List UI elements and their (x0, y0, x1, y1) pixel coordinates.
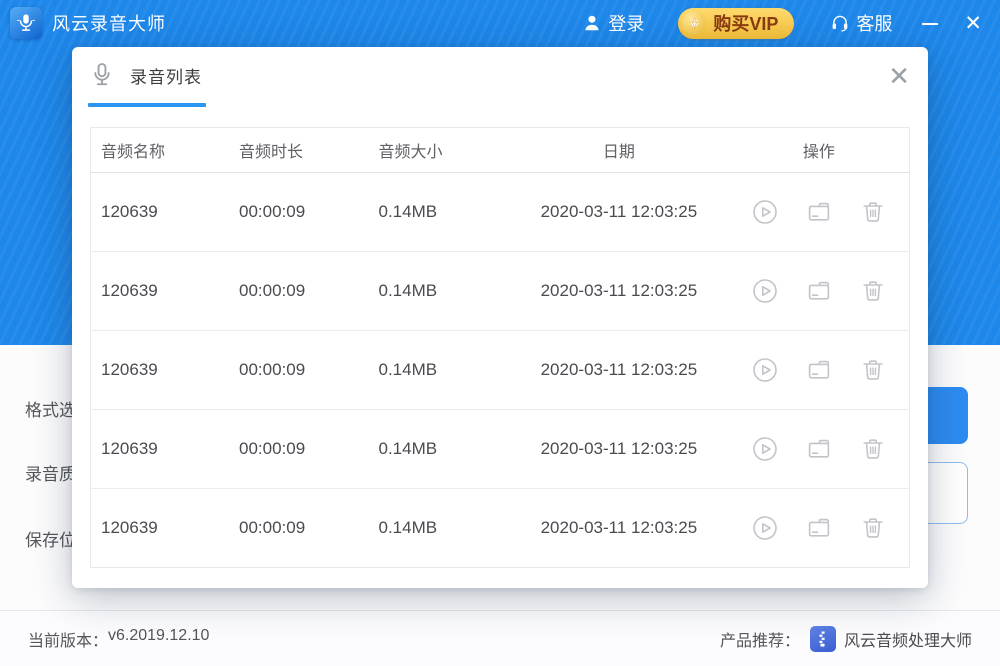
col-header-duration: 音频时长 (229, 128, 369, 173)
open-folder-button[interactable] (806, 199, 832, 225)
cell-date: 2020-03-11 12:03:25 (509, 173, 729, 252)
customer-service-label: 客服 (856, 10, 892, 36)
play-button[interactable] (752, 515, 778, 541)
buy-vip-button[interactable]: 购买VIP (678, 8, 794, 39)
window-close-button[interactable]: ✕ (964, 13, 982, 34)
version-value: v6.2019.12.10 (108, 627, 209, 651)
customer-service-button[interactable]: 客服 (830, 10, 892, 36)
dialog-close-button[interactable]: ✕ (888, 63, 910, 89)
cell-date: 2020-03-11 12:03:25 (509, 410, 729, 489)
table-header-row: 音频名称 音频时长 音频大小 日期 操作 (91, 128, 910, 173)
play-button[interactable] (752, 199, 778, 225)
delete-button[interactable] (860, 515, 886, 541)
cell-date: 2020-03-11 12:03:25 (509, 489, 729, 568)
recordings-table: 音频名称 音频时长 音频大小 日期 操作 120639 00:00:09 0.1… (90, 127, 910, 568)
dialog-title: 录音列表 (130, 63, 202, 88)
minimize-button[interactable] (922, 13, 938, 33)
cell-size: 0.14MB (369, 489, 510, 568)
table-row: 120639 00:00:09 0.14MB 2020-03-11 12:03:… (91, 489, 910, 568)
app-title: 风云录音大师 (52, 10, 166, 36)
buy-vip-label: 购买VIP (713, 10, 778, 36)
login-label: 登录 (608, 10, 644, 36)
cell-size: 0.14MB (369, 410, 510, 489)
recording-list-dialog: 录音列表 ✕ 音频名称 音频时长 音频大小 日期 操作 120639 00:00… (72, 47, 928, 588)
cell-name: 120639 (91, 252, 230, 331)
cell-size: 0.14MB (369, 331, 510, 410)
table-row: 120639 00:00:09 0.14MB 2020-03-11 12:03:… (91, 173, 910, 252)
headset-icon (830, 13, 850, 33)
cell-name: 120639 (91, 331, 230, 410)
delete-button[interactable] (860, 436, 886, 462)
promo-label: 产品推荐： (720, 627, 800, 651)
col-header-date: 日期 (509, 128, 729, 173)
titlebar: 风云录音大师 登录 购买VIP 客服 ✕ (0, 0, 1000, 46)
cell-date: 2020-03-11 12:03:25 (509, 252, 729, 331)
version-label: 当前版本： (28, 627, 108, 651)
cell-name: 120639 (91, 410, 230, 489)
promo-product-link[interactable]: 风云音频处理大师 (844, 627, 972, 651)
play-button[interactable] (752, 357, 778, 383)
diamond-icon (682, 11, 706, 35)
table-row: 120639 00:00:09 0.14MB 2020-03-11 12:03:… (91, 252, 910, 331)
play-button[interactable] (752, 436, 778, 462)
play-button[interactable] (752, 278, 778, 304)
login-button[interactable]: 登录 (582, 10, 644, 36)
active-tab-indicator (88, 103, 206, 107)
delete-button[interactable] (860, 357, 886, 383)
open-folder-button[interactable] (806, 278, 832, 304)
recordings-tab[interactable]: 录音列表 (88, 61, 202, 89)
cell-duration: 00:00:09 (229, 489, 369, 568)
cell-name: 120639 (91, 489, 230, 568)
col-header-actions: 操作 (729, 128, 910, 173)
open-folder-button[interactable] (806, 436, 832, 462)
open-folder-button[interactable] (806, 357, 832, 383)
app-logo-icon (10, 7, 42, 39)
cell-duration: 00:00:09 (229, 331, 369, 410)
cell-size: 0.14MB (369, 173, 510, 252)
user-icon (582, 13, 602, 33)
table-row: 120639 00:00:09 0.14MB 2020-03-11 12:03:… (91, 331, 910, 410)
cell-duration: 00:00:09 (229, 410, 369, 489)
cell-name: 120639 (91, 173, 230, 252)
cell-date: 2020-03-11 12:03:25 (509, 331, 729, 410)
cell-duration: 00:00:09 (229, 173, 369, 252)
cell-duration: 00:00:09 (229, 252, 369, 331)
open-folder-button[interactable] (806, 515, 832, 541)
microphone-icon (88, 61, 116, 89)
col-header-size: 音频大小 (369, 128, 510, 173)
table-row: 120639 00:00:09 0.14MB 2020-03-11 12:03:… (91, 410, 910, 489)
delete-button[interactable] (860, 278, 886, 304)
statusbar: 当前版本： v6.2019.12.10 产品推荐： 风云音频处理大师 (0, 610, 1000, 666)
delete-button[interactable] (860, 199, 886, 225)
cell-size: 0.14MB (369, 252, 510, 331)
audio-master-product-icon (810, 626, 836, 652)
col-header-name: 音频名称 (91, 128, 230, 173)
